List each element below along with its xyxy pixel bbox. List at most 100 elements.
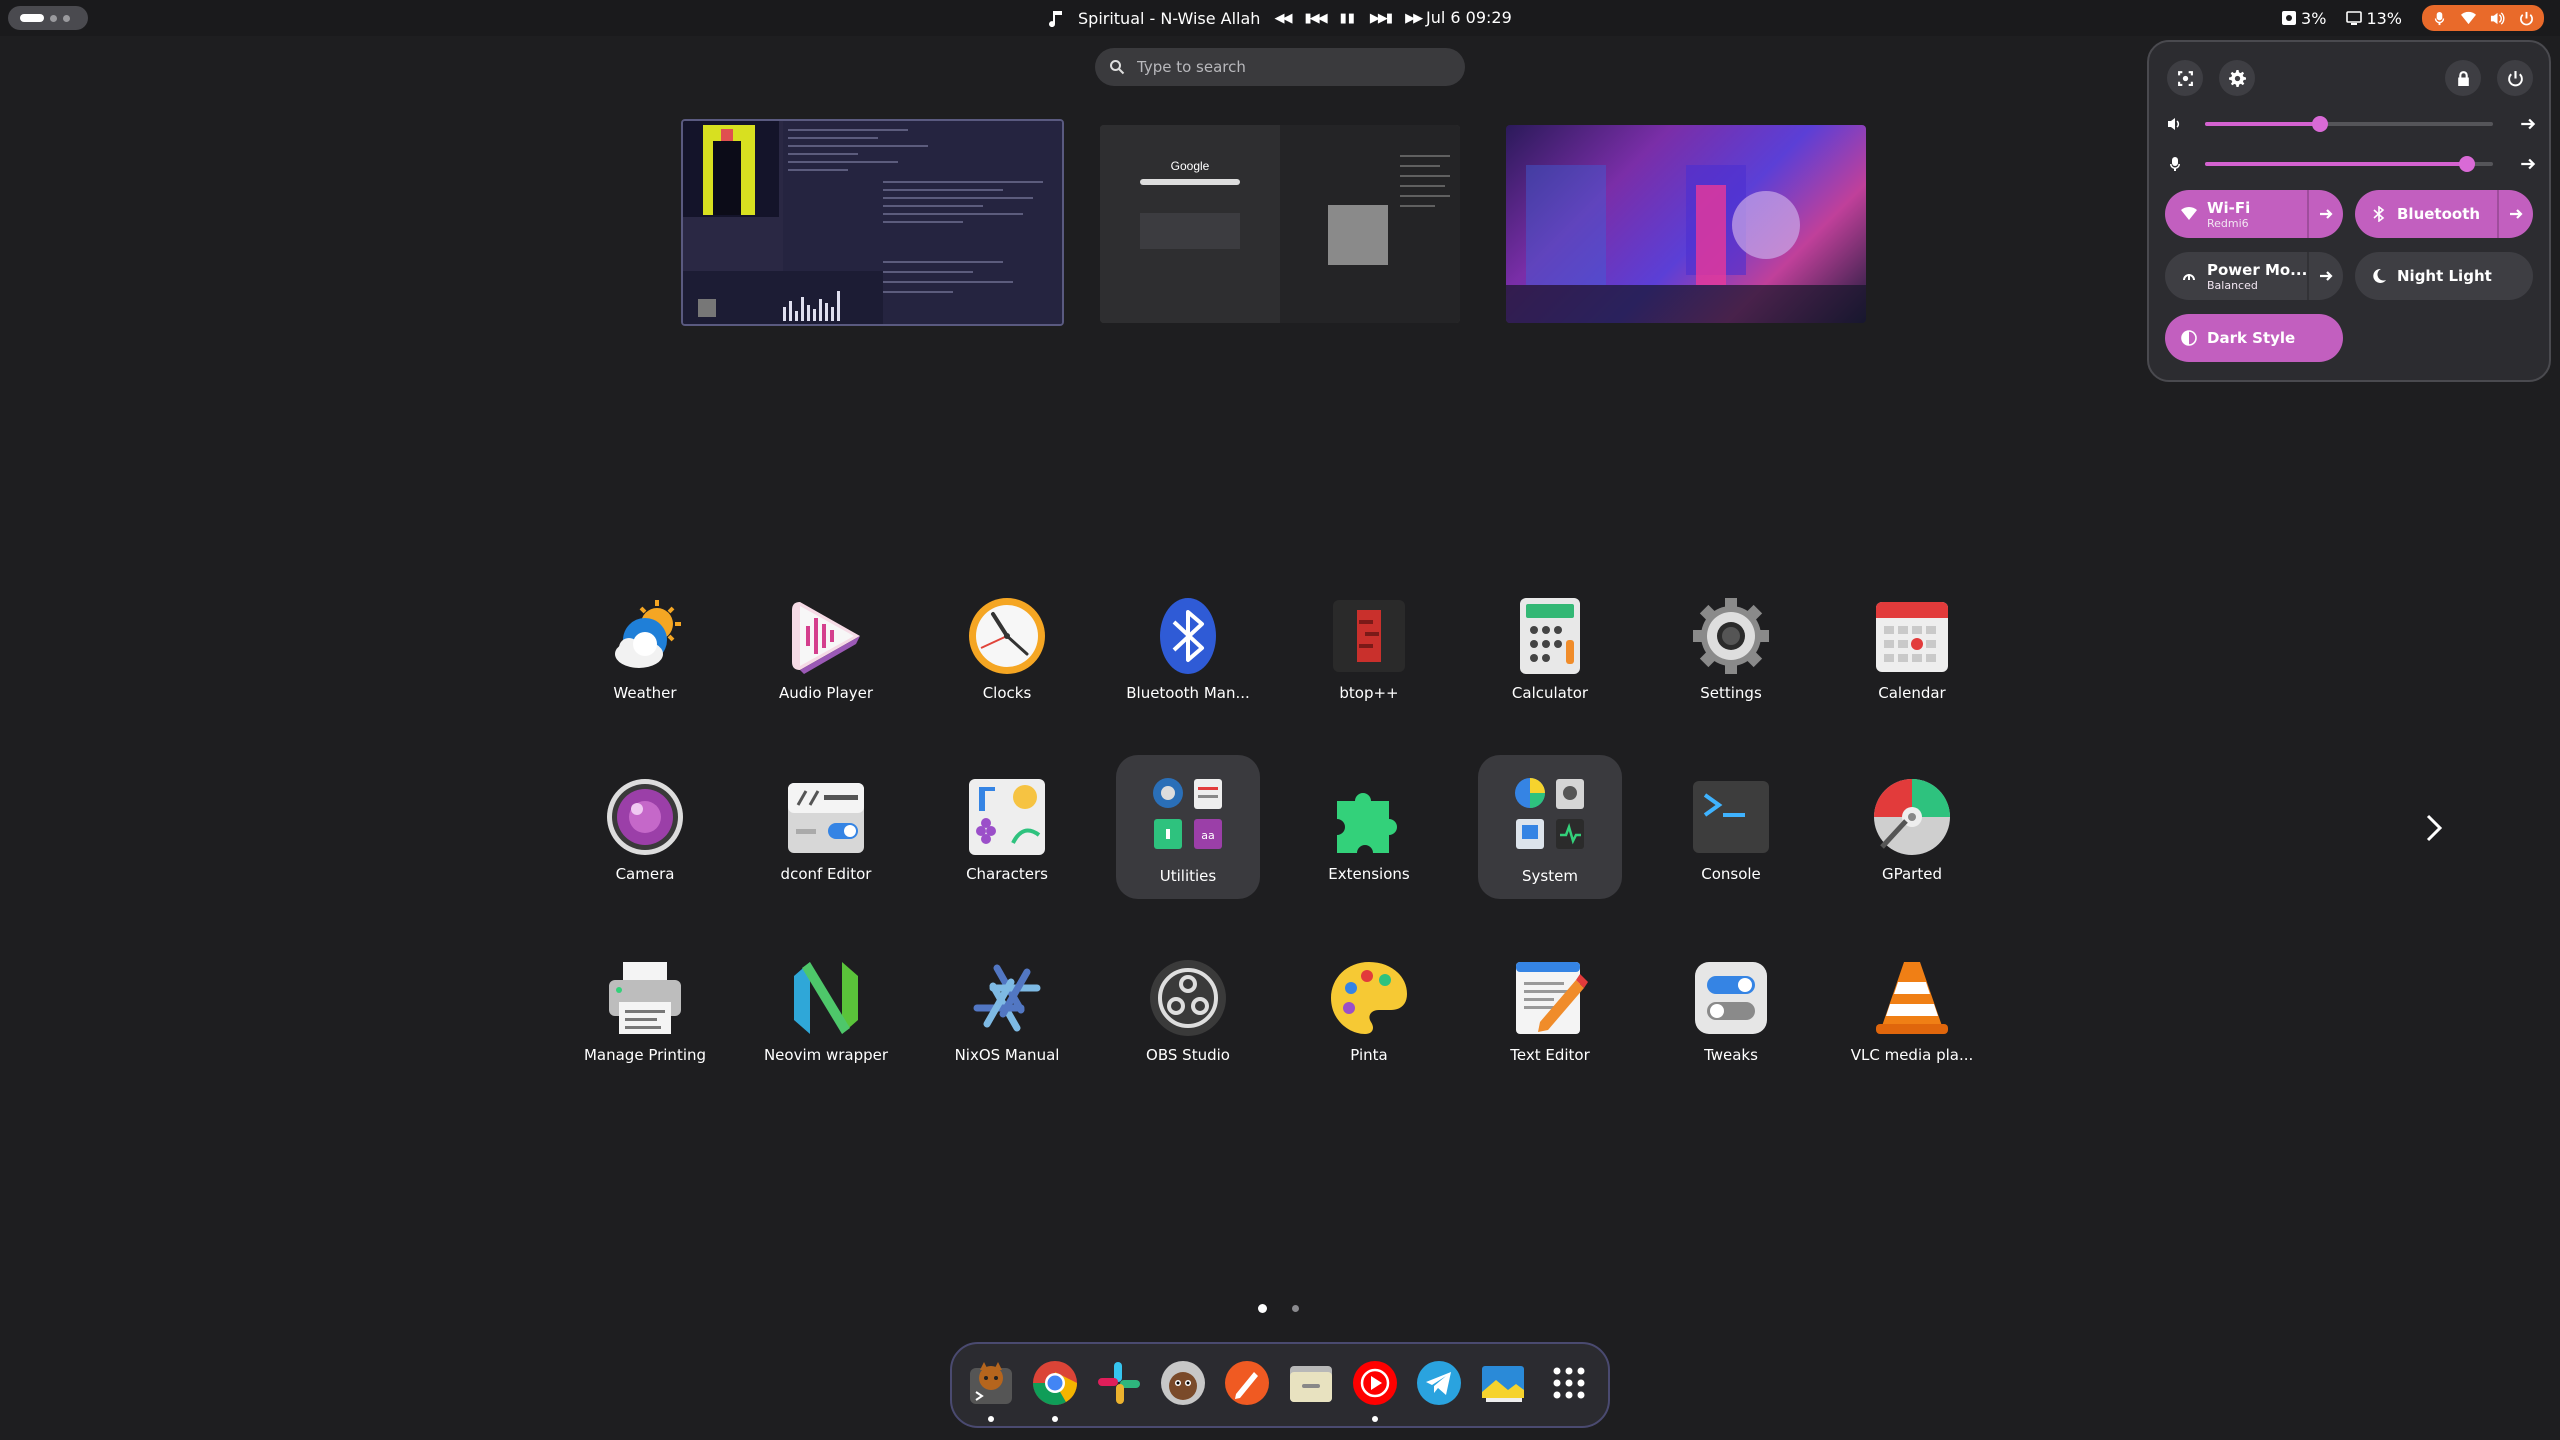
dash-item-telegram[interactable] [1414,1358,1464,1408]
app-folder-utilities[interactable]: aa Utilities [1116,755,1260,899]
app-characters[interactable]: Characters [935,765,1079,909]
app-label: Tweaks [1704,1046,1758,1064]
page-indicator[interactable] [1292,1305,1299,1312]
dash-item-chrome[interactable] [1030,1358,1080,1422]
activities-button[interactable] [8,6,88,30]
app-label: Manage Printing [583,1046,707,1064]
app-audio-player[interactable]: Audio Player [754,584,898,728]
wifi-menu-button[interactable] [2307,190,2343,238]
bluetooth-icon [2373,206,2385,222]
search-bar[interactable] [1095,48,1465,86]
status-area[interactable]: 3% 13% [2281,0,2544,36]
app-label: Neovim wrapper [763,1046,889,1064]
app-label: Utilities [1159,867,1217,885]
app-weather[interactable]: Weather [573,584,717,728]
app-console[interactable]: Console [1659,765,1803,909]
app-calendar[interactable]: Calendar [1840,584,1984,728]
arrow-right-icon [2510,209,2523,219]
app-manage-printing[interactable]: Manage Printing [573,946,717,1090]
app-folder-system[interactable]: System [1478,755,1622,899]
seek-back-icon[interactable]: ◀◀ [1274,11,1292,26]
lock-button[interactable] [2445,60,2481,96]
volume-slider[interactable] [2167,112,2537,136]
app-gparted[interactable]: GParted [1840,765,1984,909]
puzzle-icon [1337,793,1397,853]
app-tweaks[interactable]: Tweaks [1659,946,1803,1090]
next-icon[interactable]: ▶▶▮ [1370,11,1393,26]
app-neovim[interactable]: Neovim wrapper [754,946,898,1090]
quick-settings-panel: Wi-Fi Redmi6 Bluetooth Power Mo... Balance… [2147,40,2551,382]
arrow-right-icon[interactable] [2519,155,2537,173]
app-label: VLC media pla... [1850,1046,1974,1064]
workspace-thumbnail-1[interactable] [681,119,1064,326]
palette-icon [1331,962,1407,1034]
system-menu-button[interactable] [2422,5,2544,31]
next-page-button[interactable] [2420,810,2448,846]
app-btop[interactable]: btop++ [1297,584,1441,728]
arrow-right-icon[interactable] [2519,115,2537,133]
bluetooth-toggle[interactable]: Bluetooth [2355,190,2533,238]
lock-icon [2457,70,2469,86]
youtube-music-icon [1353,1361,1397,1405]
app-text-editor[interactable]: Text Editor [1478,946,1622,1090]
previous-icon[interactable]: ▮◀◀ [1304,11,1327,26]
workspace-3-preview [1506,165,1866,323]
power-mode-toggle[interactable]: Power Mo... Balanced [2165,252,2343,300]
app-nixos-manual[interactable]: NixOS Manual [935,946,1079,1090]
app-bluetooth-manager[interactable]: Bluetooth Man... [1116,584,1260,728]
seek-forward-icon[interactable]: ▶▶ [1405,11,1423,26]
camera-icon [607,779,683,855]
settings-button[interactable] [2219,60,2255,96]
search-input[interactable] [1137,58,1437,76]
media-track-title[interactable]: Spiritual - N-Wise Allah [1078,9,1260,28]
dash [950,1342,1610,1428]
app-camera[interactable]: Camera [573,765,717,909]
moon-icon [2373,268,2386,283]
page-indicator-active[interactable] [1258,1304,1267,1313]
power-button[interactable] [2497,60,2533,96]
wifi-label: Wi-Fi [2207,198,2251,217]
night-light-toggle[interactable]: Night Light [2355,252,2533,300]
wifi-toggle[interactable]: Wi-Fi Redmi6 [2165,190,2343,238]
microphone-slider[interactable] [2167,152,2537,176]
workspace-thumbnail-3[interactable] [1506,125,1866,323]
volume-track[interactable] [2205,116,2493,132]
app-pinta[interactable]: Pinta [1297,946,1441,1090]
workspace-thumbnail-2[interactable]: Google [1100,125,1460,323]
clock[interactable]: Jul 6 09:29 [1426,0,1512,36]
dash-item-face-app[interactable] [1158,1358,1208,1408]
app-label: Extensions [1328,865,1410,883]
app-vlc[interactable]: VLC media pla... [1840,946,1984,1090]
music-note-icon [1049,11,1062,27]
dash-item-terminal-fox[interactable] [966,1358,1016,1422]
app-extensions[interactable]: Extensions [1297,765,1441,909]
bluetooth-menu-button[interactable] [2497,190,2533,238]
pause-icon[interactable]: ▮▮ [1340,11,1356,26]
app-obs-studio[interactable]: OBS Studio [1116,946,1260,1090]
google-logo: Google [1171,159,1210,173]
microphone-track[interactable] [2205,156,2493,172]
dash-item-youtube-music[interactable] [1350,1358,1400,1422]
app-dconf-editor[interactable]: dconf Editor [754,765,898,909]
app-label: Console [1701,865,1761,883]
dark-style-toggle[interactable]: Dark Style [2165,314,2343,362]
show-apps-button[interactable] [1544,1358,1594,1408]
terminal-icon [1693,781,1769,853]
screenshot-button[interactable] [2167,60,2203,96]
chevron-right-icon [2426,814,2443,842]
dash-item-slack[interactable] [1094,1358,1144,1408]
app-calculator[interactable]: Calculator [1478,584,1622,728]
volume-handle[interactable] [2312,116,2328,132]
dash-item-files[interactable] [1286,1358,1336,1408]
app-label: Pinta [1350,1046,1388,1064]
power-mode-menu-button[interactable] [2307,252,2343,300]
app-label: Calendar [1878,684,1946,702]
dash-item-pen-app[interactable] [1222,1358,1272,1408]
microphone-handle[interactable] [2459,156,2475,172]
app-clocks[interactable]: Clocks [935,584,1079,728]
arrow-right-icon [2320,209,2333,219]
microphone-icon [2434,11,2445,25]
app-settings[interactable]: Settings [1659,584,1803,728]
app-label: Audio Player [778,684,874,702]
dash-item-image-viewer[interactable] [1478,1358,1528,1408]
